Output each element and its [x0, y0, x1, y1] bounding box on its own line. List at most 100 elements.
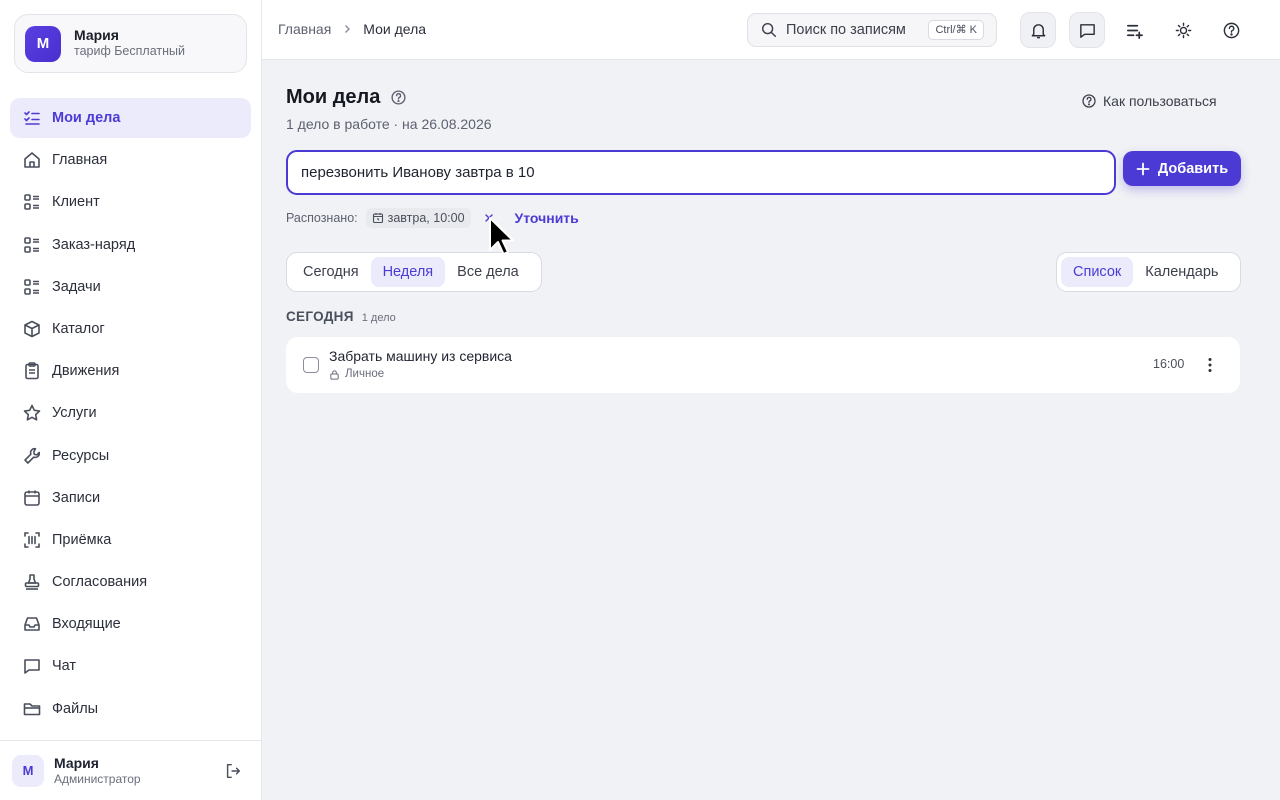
sidebar-item-intake[interactable]: Приёмка [10, 520, 251, 560]
sidebar-item-movements[interactable]: Движения [10, 351, 251, 391]
lock-icon [330, 369, 339, 380]
task-row[interactable]: Забрать машину из сервиса Личное 16:00 [286, 337, 1240, 393]
page-subtitle: 1 дело в работе · на 26.08.2026 [286, 116, 492, 132]
add-task-button[interactable] [1116, 12, 1152, 48]
wrench-icon [24, 447, 41, 464]
user-profile[interactable]: M Мария Администратор [0, 740, 261, 800]
sidebar-item-catalog[interactable]: Каталог [10, 309, 251, 349]
home-icon [24, 152, 40, 168]
sidebar-nav: Мои дела Главная Клиент Заказ-наряд Зада… [10, 98, 251, 731]
tab-today[interactable]: Сегодня [291, 257, 371, 287]
task-tag: Личное [329, 368, 384, 380]
tab-calendar[interactable]: Календарь [1133, 257, 1230, 287]
workspace-switcher[interactable]: M Мария тариф Бесплатный [14, 14, 247, 73]
group-count: 1 дело [361, 312, 396, 324]
workspace-name: Мария [74, 26, 119, 43]
stamp-icon [24, 574, 40, 590]
task-tag-label: Личное [345, 368, 385, 380]
sidebar-item-label: Задачи [52, 278, 101, 295]
search-input[interactable]: Поиск по записям Ctrl/⌘ K [747, 13, 997, 47]
sidebar-item-files[interactable]: Файлы [10, 689, 251, 729]
quick-task-input[interactable] [286, 150, 1116, 195]
sidebar-item-work-order[interactable]: Заказ-наряд [10, 225, 251, 265]
barcode-scan-icon [24, 532, 40, 548]
sidebar-item-approvals[interactable]: Согласования [10, 562, 251, 602]
checklist-icon [24, 111, 40, 125]
recognized-date-chip[interactable]: завтра, 10:00 [365, 208, 471, 228]
logout-icon[interactable] [224, 762, 242, 780]
how-to-link[interactable]: Как пользоваться [1081, 93, 1217, 109]
tab-all[interactable]: Все дела [445, 257, 531, 287]
message-icon [1079, 23, 1095, 38]
recognized-label: Распознано: [286, 211, 358, 225]
list-icon [24, 236, 39, 253]
sidebar-item-label: Каталог [52, 320, 105, 337]
star-icon [23, 405, 41, 421]
sidebar-item-label: Входящие [52, 616, 121, 633]
sidebar-item-label: Файлы [52, 700, 99, 717]
sidebar-item-label: Услуги [52, 405, 97, 422]
recognized-date-text: завтра, 10:00 [387, 211, 465, 225]
more-vertical-icon[interactable] [1200, 355, 1220, 375]
chevron-right-icon [345, 25, 351, 33]
sidebar-item-label: Записи [52, 489, 101, 506]
breadcrumb-home[interactable]: Главная [278, 21, 331, 37]
task-checkbox[interactable] [303, 357, 319, 373]
sidebar-item-label: Заказ-наряд [52, 236, 136, 253]
chat-icon [24, 659, 40, 675]
workspace-avatar: M [25, 25, 61, 62]
sidebar-item-client[interactable]: Клиент [10, 182, 251, 222]
bell-icon [1031, 23, 1045, 38]
sidebar-item-tasks[interactable]: Задачи [10, 267, 251, 307]
list-plus-icon [1126, 24, 1143, 39]
folder-icon [23, 702, 41, 715]
user-name: Мария [54, 754, 99, 771]
search-icon [761, 22, 777, 38]
tab-week[interactable]: Неделя [370, 257, 446, 287]
mouse-cursor-icon [489, 217, 514, 255]
calendar-clock-icon [372, 213, 383, 224]
list-icon [24, 194, 39, 211]
sidebar-item-label: Приёмка [52, 531, 112, 548]
sidebar-item-home[interactable]: Главная [10, 140, 251, 180]
how-to-label: Как пользоваться [1103, 93, 1217, 109]
task-title: Забрать машину из сервиса [329, 348, 512, 364]
help-circle-icon[interactable] [390, 89, 407, 106]
sidebar-item-label: Главная [52, 152, 108, 169]
search-shortcut-badge: Ctrl/⌘ K [928, 20, 984, 40]
messages-button[interactable] [1069, 12, 1105, 48]
avatar: M [12, 754, 44, 787]
sidebar-item-label: Движения [52, 363, 120, 380]
page-title: Мои дела [286, 86, 407, 109]
help-circle-icon [1082, 94, 1096, 108]
notifications-button[interactable] [1020, 12, 1056, 48]
sidebar-item-label: Ресурсы [52, 447, 110, 464]
box-icon [24, 320, 40, 338]
add-button[interactable]: Добавить [1123, 151, 1241, 186]
tab-list[interactable]: Список [1061, 257, 1134, 287]
sidebar-item-resources[interactable]: Ресурсы [10, 436, 251, 476]
refine-link[interactable]: Уточнить [515, 210, 579, 226]
calendar-icon [24, 490, 40, 506]
page-title-text: Мои дела [286, 86, 381, 108]
group-title: СЕГОДНЯ [286, 309, 354, 324]
help-button[interactable] [1213, 12, 1249, 48]
user-role: Администратор [54, 771, 141, 786]
inbox-icon [24, 617, 40, 632]
sidebar-item-services[interactable]: Услуги [10, 393, 251, 433]
add-button-label: Добавить [1157, 160, 1229, 177]
plus-icon [1136, 162, 1150, 175]
sidebar-item-chat[interactable]: Чат [10, 646, 251, 686]
sidebar-item-label: Клиент [52, 194, 100, 211]
sidebar: M Мария тариф Бесплатный Мои дела Главна… [0, 0, 262, 800]
sidebar-item-label: Согласования [52, 574, 148, 591]
sidebar-item-my-tasks[interactable]: Мои дела [10, 98, 251, 138]
list-icon [24, 278, 39, 295]
sidebar-item-inbox[interactable]: Входящие [10, 604, 251, 644]
sun-icon [1175, 22, 1191, 38]
sidebar-item-appointments[interactable]: Записи [10, 478, 251, 518]
breadcrumb-current: Мои дела [363, 21, 427, 37]
theme-toggle-button[interactable] [1165, 12, 1201, 48]
topbar: Главная Мои дела Поиск по записям Ctrl/⌘… [262, 0, 1280, 60]
sidebar-item-label: Мои дела [52, 110, 121, 126]
